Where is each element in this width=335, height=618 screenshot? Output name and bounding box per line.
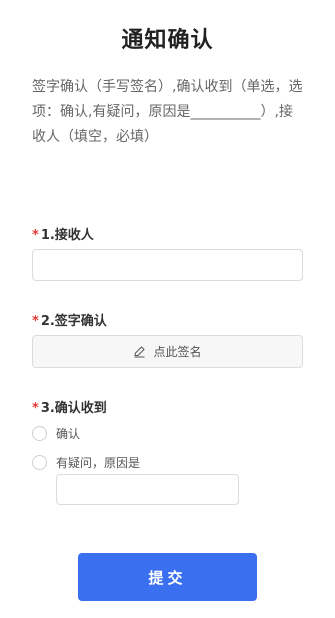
required-mark: * — [32, 314, 39, 329]
question-2-label: * 2.签字确认 — [32, 310, 107, 329]
sign-button-label: 点此签名 — [153, 345, 202, 359]
question-number: 2. — [40, 314, 55, 329]
recipient-input[interactable] — [32, 249, 303, 281]
pen-icon — [134, 346, 146, 358]
radio-option-label: 确认 — [56, 427, 81, 441]
form-description: 签字确认（手写签名）,确认收到（单选，选项：确认,有疑问，原因是________… — [32, 79, 303, 145]
question-number: 1. — [40, 228, 55, 243]
question-1-label: * 1.接收人 — [32, 224, 94, 243]
required-mark: * — [32, 401, 39, 416]
radio-circle[interactable] — [32, 426, 47, 441]
radio-circle[interactable] — [32, 455, 47, 470]
question-title: 签字确认 — [54, 314, 107, 329]
required-mark: * — [32, 228, 39, 243]
radio-option-question[interactable]: 有疑问，原因是 — [32, 454, 140, 471]
question-3-label: * 3.确认收到 — [32, 397, 107, 416]
sign-button[interactable]: 点此签名 — [32, 335, 303, 368]
form-title: 通知确认 — [121, 28, 214, 53]
radio-option-confirm[interactable]: 确认 — [32, 425, 80, 442]
question-number: 3. — [40, 401, 55, 416]
submit-button[interactable]: 提交 — [78, 553, 257, 601]
question-title: 确认收到 — [54, 401, 107, 416]
radio-option-label: 有疑问，原因是 — [56, 456, 141, 470]
reason-input[interactable] — [56, 474, 239, 505]
question-title: 接收人 — [54, 228, 94, 243]
